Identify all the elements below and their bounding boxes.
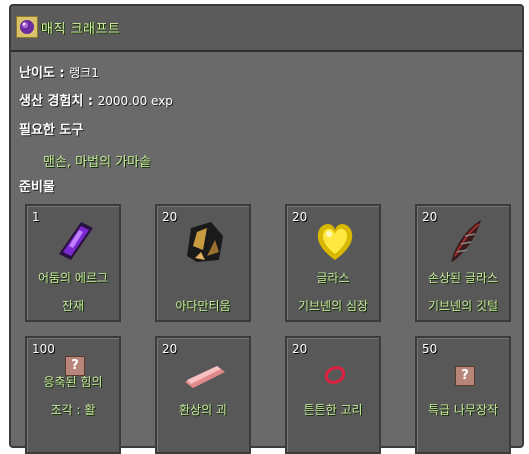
item-name-line2: 환상의 괴 <box>179 403 227 417</box>
material-slot[interactable]: 20 환상의 괴 <box>155 336 251 454</box>
exp-label: 생산 경험치 : <box>19 94 94 109</box>
craft-panel: 매직 크래프트 난이도 : 랭크1 생산 경험치 : 2000.00 exp 필… <box>9 4 524 454</box>
exp-row: 생산 경험치 : 2000.00 exp <box>19 90 173 109</box>
dark-erg-crystal-icon <box>51 216 99 264</box>
exp-value: 2000.00 exp <box>97 94 173 108</box>
material-slot[interactable]: 100 ? 응축된 힘의 조각 : 활 <box>25 336 121 454</box>
material-slot[interactable]: 20 글라스 기브넨의 심장 <box>285 204 381 322</box>
item-quantity: 50 <box>422 342 438 356</box>
item-quantity: 20 <box>162 342 178 356</box>
item-name-line1: 응축된 힘의 <box>43 375 103 389</box>
item-name-line2: 잔재 <box>61 299 85 313</box>
tools-heading: 필요한 도구 <box>19 123 84 138</box>
item-name-line1: 글라스 <box>316 271 350 285</box>
item-name-line2: 튼튼한 고리 <box>303 403 363 417</box>
difficulty-value: 랭크1 <box>69 66 99 80</box>
material-slot[interactable]: 50 ? 특급 나무장작 <box>415 336 511 454</box>
unknown-item-icon: ? <box>455 366 475 386</box>
difficulty-label: 난이도 : <box>19 66 65 81</box>
item-name-line2: 특급 나무장작 <box>427 403 499 417</box>
item-name-line1: 어둠의 에르그 <box>37 271 109 285</box>
item-name-line1: 손상된 글라스 <box>427 271 499 285</box>
item-name-line2: 조각 : 활 <box>50 403 96 417</box>
adamantium-ore-icon <box>181 216 229 264</box>
item-quantity: 20 <box>292 342 308 356</box>
item-quantity: 20 <box>422 210 438 224</box>
material-slot[interactable]: 20 튼튼한 고리 <box>285 336 381 454</box>
golden-heart-icon <box>311 216 359 264</box>
item-quantity: 1 <box>32 210 40 224</box>
tools-value: 맨손, 마법의 가마솥 <box>43 155 152 170</box>
item-quantity: 20 <box>162 210 178 224</box>
window-title: 매직 크래프트 <box>41 22 121 37</box>
item-quantity: 20 <box>292 210 308 224</box>
item-name-line2: 기브넨의 깃털 <box>427 299 499 313</box>
dark-feather-icon <box>441 216 489 264</box>
materials-heading: 준비물 <box>19 180 55 195</box>
item-name-line2: 아다만티움 <box>175 299 231 313</box>
material-slot[interactable]: 1 어둠의 에르그 잔재 <box>25 204 121 322</box>
item-quantity: 100 <box>32 342 55 356</box>
material-slot[interactable]: 20 손상된 글라스 기브넨의 깃털 <box>415 204 511 322</box>
magic-orb-icon <box>16 16 38 38</box>
item-name-line2: 기브넨의 심장 <box>297 299 369 313</box>
material-slot[interactable]: 20 아다만티움 <box>155 204 251 322</box>
difficulty-row: 난이도 : 랭크1 <box>19 62 99 81</box>
title-bar[interactable]: 매직 크래프트 <box>11 6 522 52</box>
